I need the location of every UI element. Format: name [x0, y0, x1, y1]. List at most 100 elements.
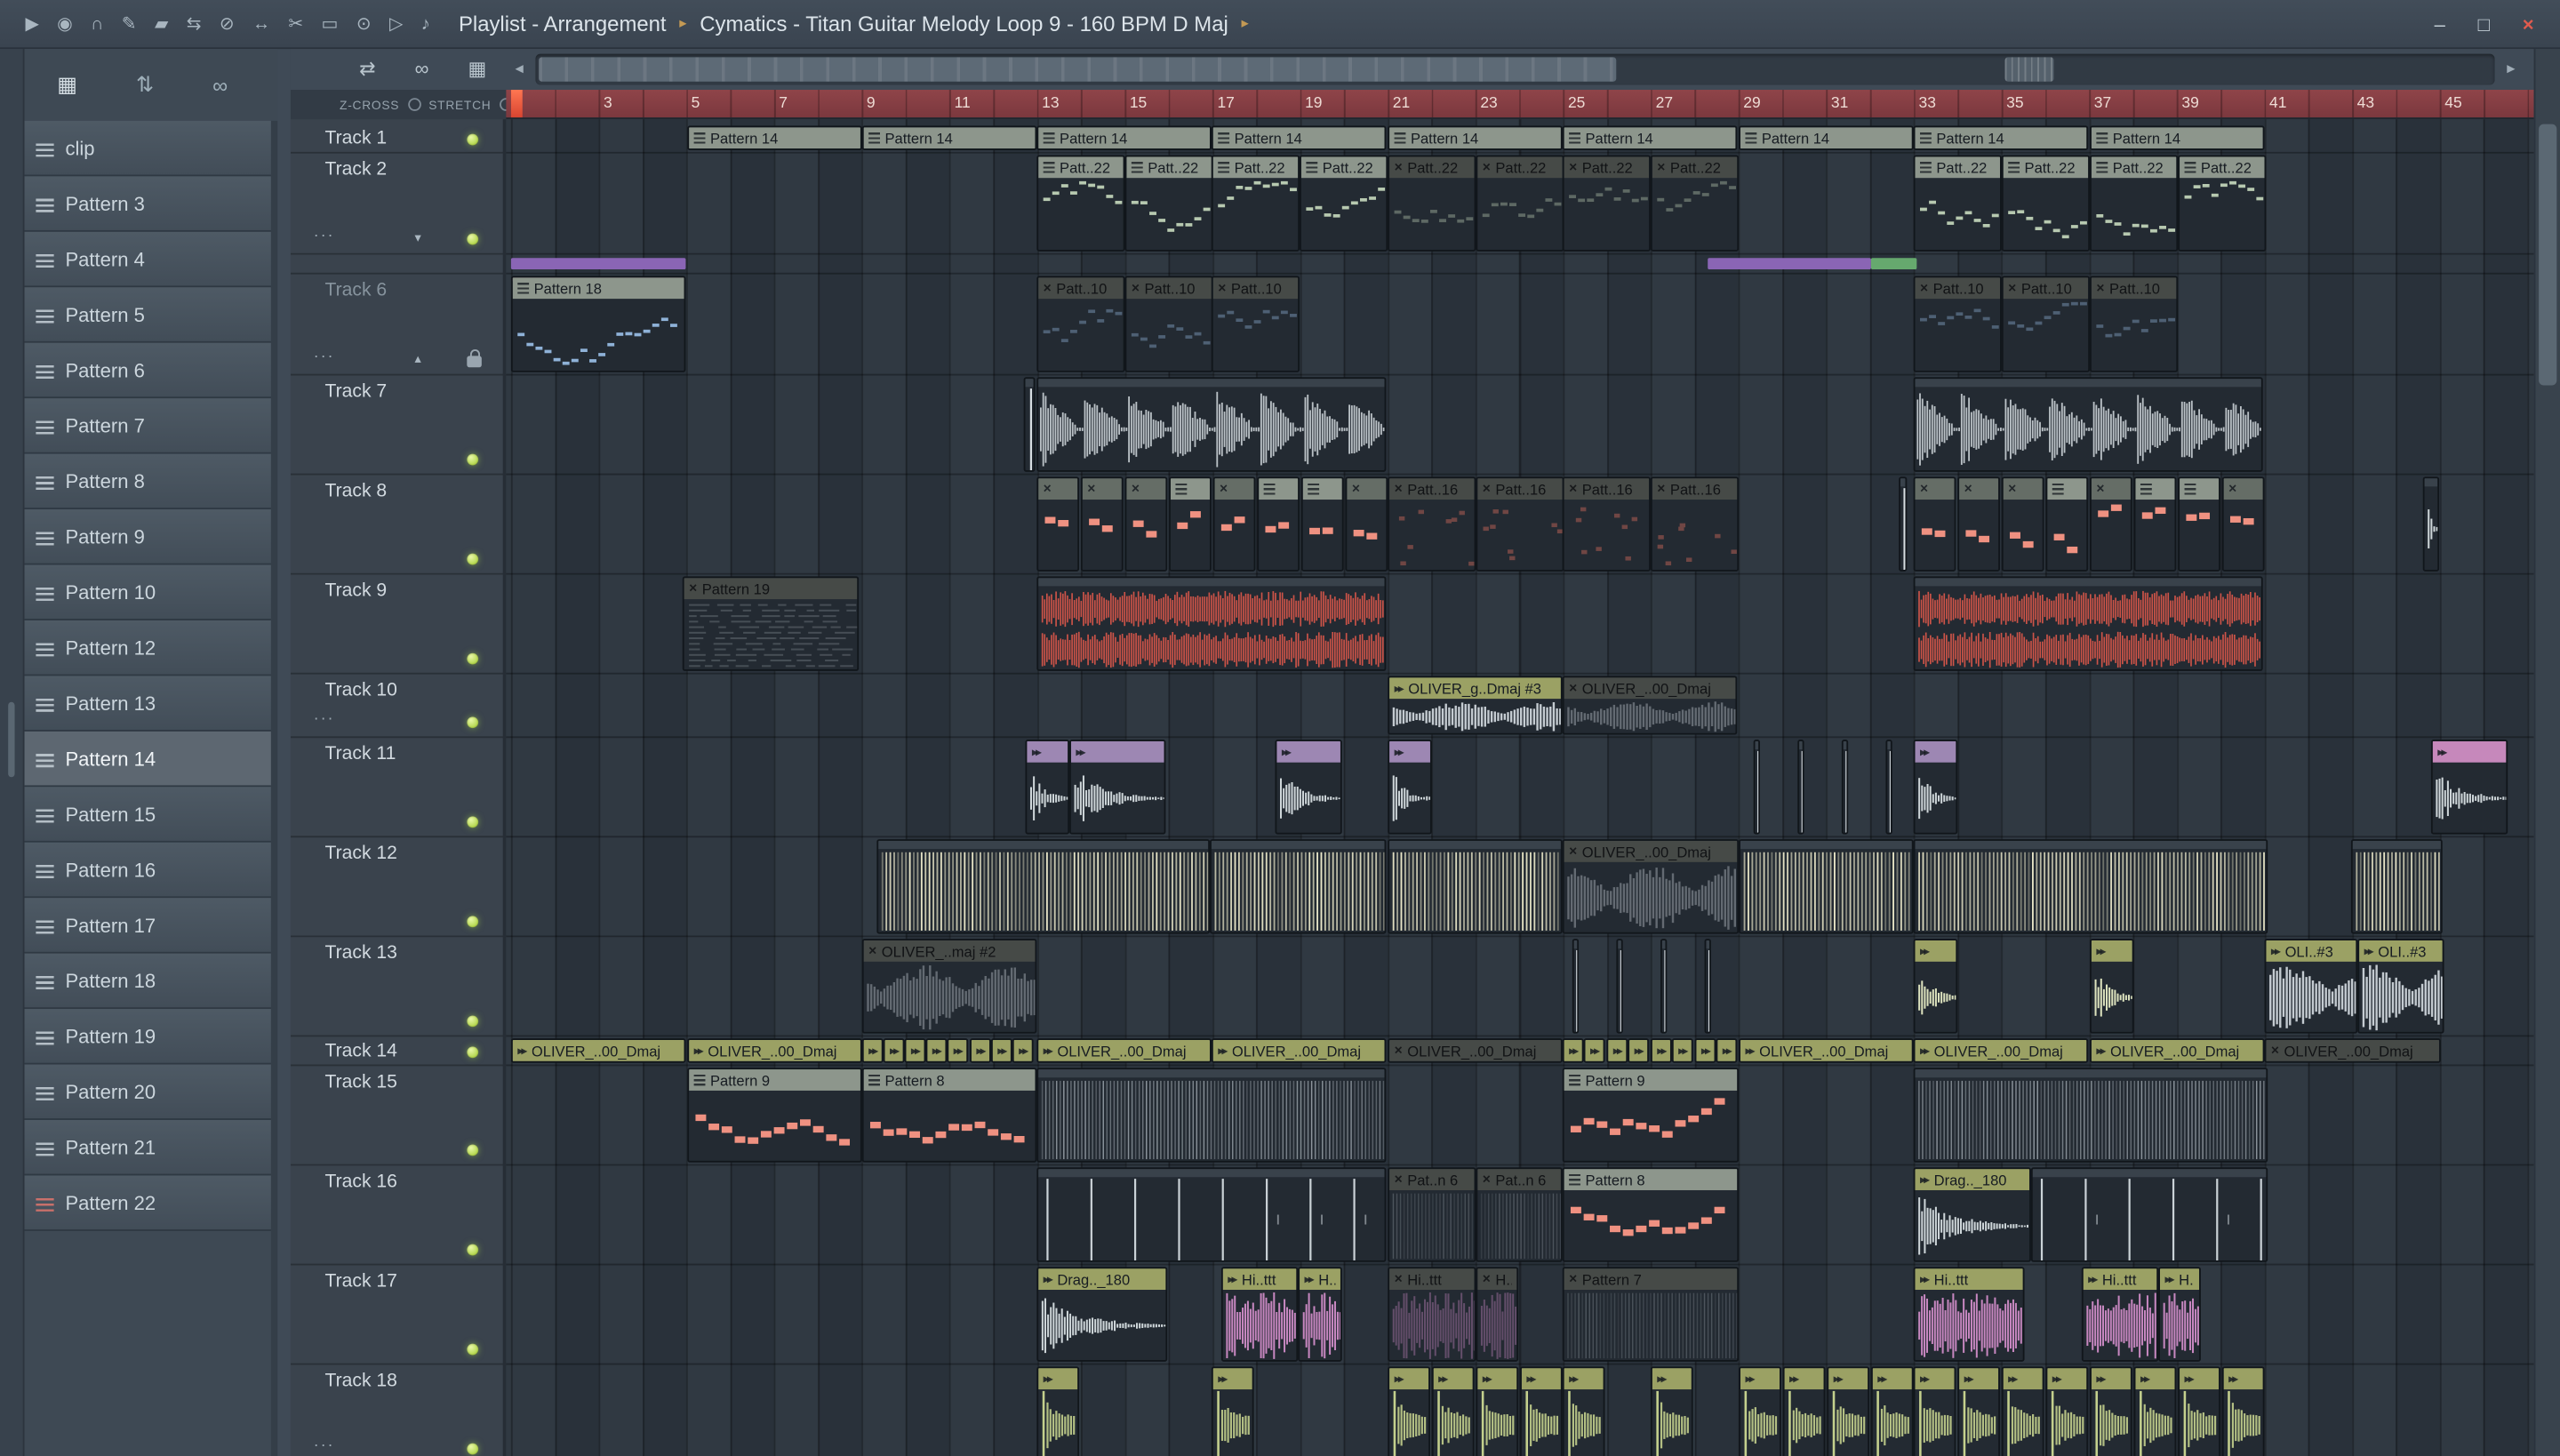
- clip-menu-icon[interactable]: [1569, 1173, 1580, 1186]
- clip[interactable]: ▸▸: [1012, 1038, 1034, 1063]
- clip-audio-icon[interactable]: ▸▸: [1613, 1044, 1623, 1057]
- clip[interactable]: [1300, 476, 1344, 572]
- pattern-item-pattern-17[interactable]: Pattern 17: [24, 898, 271, 954]
- clip-muted-icon[interactable]: ×: [1395, 1272, 1403, 1286]
- clip[interactable]: [1899, 476, 1908, 572]
- clip[interactable]: [2133, 476, 2177, 572]
- clip-audio-icon[interactable]: ▸▸: [2008, 1372, 2018, 1385]
- track-header-track-13[interactable]: Track 13: [290, 937, 503, 1037]
- clip[interactable]: [1257, 476, 1300, 572]
- clip-pattern-14[interactable]: Pattern 14: [1388, 125, 1563, 150]
- clip-muted-icon[interactable]: ×: [1483, 482, 1491, 496]
- clip-menu-icon[interactable]: [2140, 483, 2152, 495]
- clip[interactable]: [2030, 1167, 2268, 1262]
- clip-patt-22[interactable]: Patt..22: [2178, 155, 2267, 252]
- clip-audio-icon[interactable]: ▸▸: [1745, 1044, 1755, 1057]
- pattern-item-pattern-21[interactable]: Pattern 21: [24, 1120, 271, 1176]
- clip[interactable]: [1885, 740, 1892, 835]
- track-mute-led[interactable]: [467, 1045, 479, 1058]
- clip-menu-icon[interactable]: [2008, 161, 2020, 173]
- pattern-item-pattern-5[interactable]: Pattern 5: [24, 287, 271, 343]
- clip[interactable]: ▸▸: [947, 1038, 969, 1063]
- clip-audio-icon[interactable]: ▸▸: [2165, 1273, 2175, 1285]
- clip-oliver-00-dmaj[interactable]: ▸▸ OLIVER_..00_Dmaj: [2090, 1038, 2265, 1063]
- clip[interactable]: ▸▸: [1388, 740, 1432, 835]
- clip-audio-icon[interactable]: ▸▸: [2096, 1044, 2106, 1057]
- clip-audio-icon[interactable]: ▸▸: [890, 1044, 900, 1057]
- clip[interactable]: [1023, 377, 1036, 472]
- clip-menu-icon[interactable]: [1569, 1074, 1580, 1086]
- clip-h-t[interactable]: × H..t: [1476, 1267, 1519, 1362]
- piano-preview-icon[interactable]: ▦: [468, 57, 486, 80]
- slip-edit-icon[interactable]: ⇆: [187, 13, 202, 35]
- clip-menu-icon[interactable]: [868, 132, 880, 144]
- clip[interactable]: ▸▸: [1520, 1366, 1563, 1456]
- clip-audio-icon[interactable]: ▸▸: [1282, 746, 1292, 758]
- track-name[interactable]: Track 18: [325, 1372, 397, 1391]
- clip[interactable]: ×: [1913, 476, 1956, 572]
- clip-muted-icon[interactable]: ×: [1569, 681, 1577, 695]
- clip-muted-icon[interactable]: ×: [2096, 281, 2104, 295]
- track-name[interactable]: Track 1: [325, 128, 388, 148]
- clip-audio-icon[interactable]: ▸▸: [1678, 1044, 1688, 1057]
- clip-menu-icon[interactable]: [1218, 161, 1230, 173]
- timeline-ruler[interactable]: 3 5 7 9 11 13 15 17 19 21 23 25 27 29 31 33 35 37 39 41 43 45: [506, 90, 2534, 120]
- clip[interactable]: ▸▸: [1650, 1038, 1672, 1063]
- clip-menu-icon[interactable]: [2184, 161, 2196, 173]
- clip[interactable]: [1913, 1068, 2268, 1163]
- clip[interactable]: ▸▸: [1036, 1366, 1080, 1456]
- select-tool-icon[interactable]: ▭: [322, 13, 339, 35]
- track-header-track-11[interactable]: Track 11: [290, 738, 503, 838]
- clip-oli-3[interactable]: ▸▸ OLI..#3: [2264, 939, 2358, 1034]
- clip-oliver-00-dmaj[interactable]: ▸▸ OLIVER_..00_Dmaj: [510, 1038, 686, 1063]
- clip-audio-icon[interactable]: ▸▸: [1635, 1044, 1644, 1057]
- clip-hi-ttt[interactable]: × Hi..ttt: [1388, 1267, 1476, 1362]
- clip[interactable]: [1036, 576, 1387, 671]
- clip-oliver-00-dmaj[interactable]: ▸▸ OLIVER_..00_Dmaj: [1913, 1038, 2089, 1063]
- performance-icon[interactable]: ⇅: [136, 72, 154, 98]
- clip[interactable]: ▸▸: [2133, 1366, 2177, 1456]
- clip-muted-icon[interactable]: ×: [2008, 281, 2016, 295]
- clip[interactable]: ▸▸: [1562, 1038, 1584, 1063]
- clip-muted-icon[interactable]: ×: [1395, 1044, 1403, 1058]
- track-mute-led[interactable]: [467, 453, 479, 466]
- clip-audio-icon[interactable]: ▸▸: [1395, 1372, 1404, 1385]
- clip-audio-icon[interactable]: ▸▸: [2088, 1273, 2098, 1285]
- clip[interactable]: ▸▸: [1739, 1366, 1781, 1456]
- clip[interactable]: ▸▸: [1628, 1038, 1650, 1063]
- clip-drag-180[interactable]: ▸▸ Drag.._180: [1913, 1167, 2031, 1262]
- clip-pattern-14[interactable]: Pattern 14: [1739, 125, 1914, 150]
- clip-muted-icon[interactable]: ×: [1087, 482, 1095, 496]
- clip-pattern-14[interactable]: Pattern 14: [1562, 125, 1738, 150]
- collapsed-tracks-dots[interactable]: ···: [314, 710, 335, 728]
- snap-magnet-icon[interactable]: ∩: [91, 14, 104, 34]
- zcross-toggle[interactable]: [407, 98, 421, 111]
- clip-menu-icon[interactable]: [2096, 161, 2108, 173]
- clip-audio-icon[interactable]: ▸▸: [1526, 1372, 1536, 1385]
- clip-patt-10[interactable]: × Patt..10: [2090, 276, 2179, 372]
- clip[interactable]: ▸▸: [2090, 1366, 2132, 1456]
- clip-hi-ttt[interactable]: ▸▸ Hi..ttt: [1913, 1267, 2025, 1362]
- track-header-track-2[interactable]: Track 2 ··· ▾: [290, 154, 503, 255]
- playhead-marker[interactable]: [510, 90, 523, 118]
- clip-patt-22[interactable]: Patt..22: [2090, 155, 2179, 252]
- clip-audio-icon[interactable]: ▸▸: [976, 1044, 986, 1057]
- paint-brush-icon[interactable]: ▰: [155, 13, 169, 35]
- clip[interactable]: ▸▸: [1069, 740, 1166, 835]
- pattern-item-pattern-16[interactable]: Pattern 16: [24, 842, 271, 899]
- clip[interactable]: ▸▸: [1913, 939, 1958, 1034]
- clip-patt-10[interactable]: × Patt..10: [2001, 276, 2091, 372]
- clip[interactable]: ▸▸: [1716, 1038, 1738, 1063]
- track-header-track-8[interactable]: Track 8: [290, 475, 503, 575]
- track-name[interactable]: Track 10: [325, 681, 397, 700]
- clip-oliver-00-dmaj[interactable]: × OLIVER_..00_Dmaj: [1562, 676, 1738, 735]
- clip[interactable]: ▸▸: [1827, 1366, 1870, 1456]
- pattern-item-pattern-14[interactable]: Pattern 14: [24, 731, 271, 788]
- clip-patt-22[interactable]: Patt..22: [2001, 155, 2091, 252]
- clip-patt-16[interactable]: × Patt..16: [1650, 476, 1740, 572]
- clip-audio-icon[interactable]: ▸▸: [954, 1044, 964, 1057]
- clip[interactable]: [1036, 377, 1387, 472]
- clip-audio-icon[interactable]: ▸▸: [694, 1044, 704, 1057]
- clip[interactable]: [1913, 377, 2263, 472]
- clip-menu-icon[interactable]: [1263, 483, 1276, 495]
